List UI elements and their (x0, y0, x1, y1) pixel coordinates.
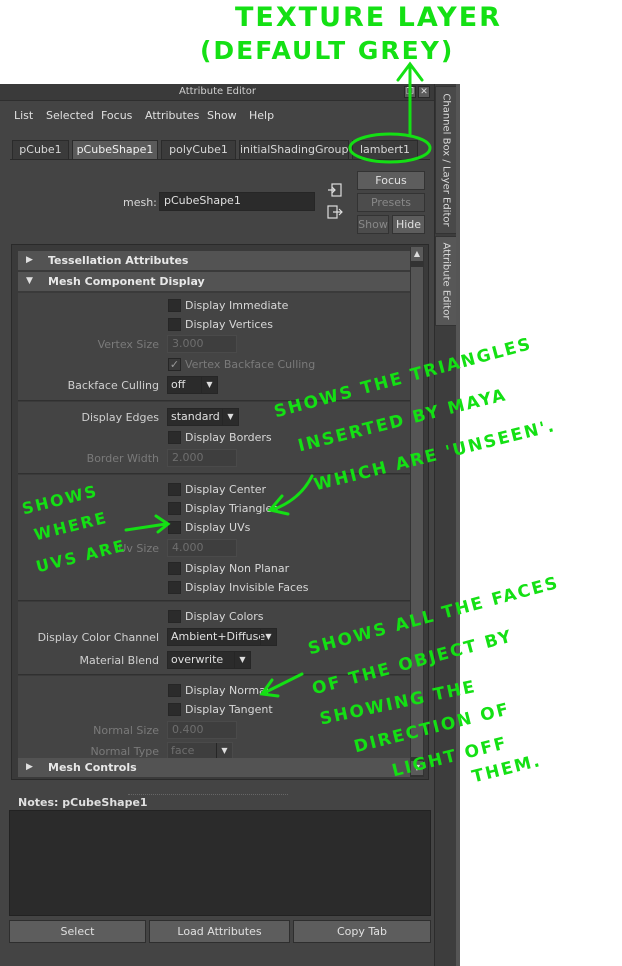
annotation-circle-lambert (348, 132, 432, 164)
annotation-arrow-triangles (267, 474, 314, 516)
annotation-arrow-texture (396, 61, 424, 136)
annotation-arrow-uvs (124, 514, 171, 534)
annotation-strokes (124, 61, 432, 698)
annotation-arrow-normal (259, 672, 304, 698)
